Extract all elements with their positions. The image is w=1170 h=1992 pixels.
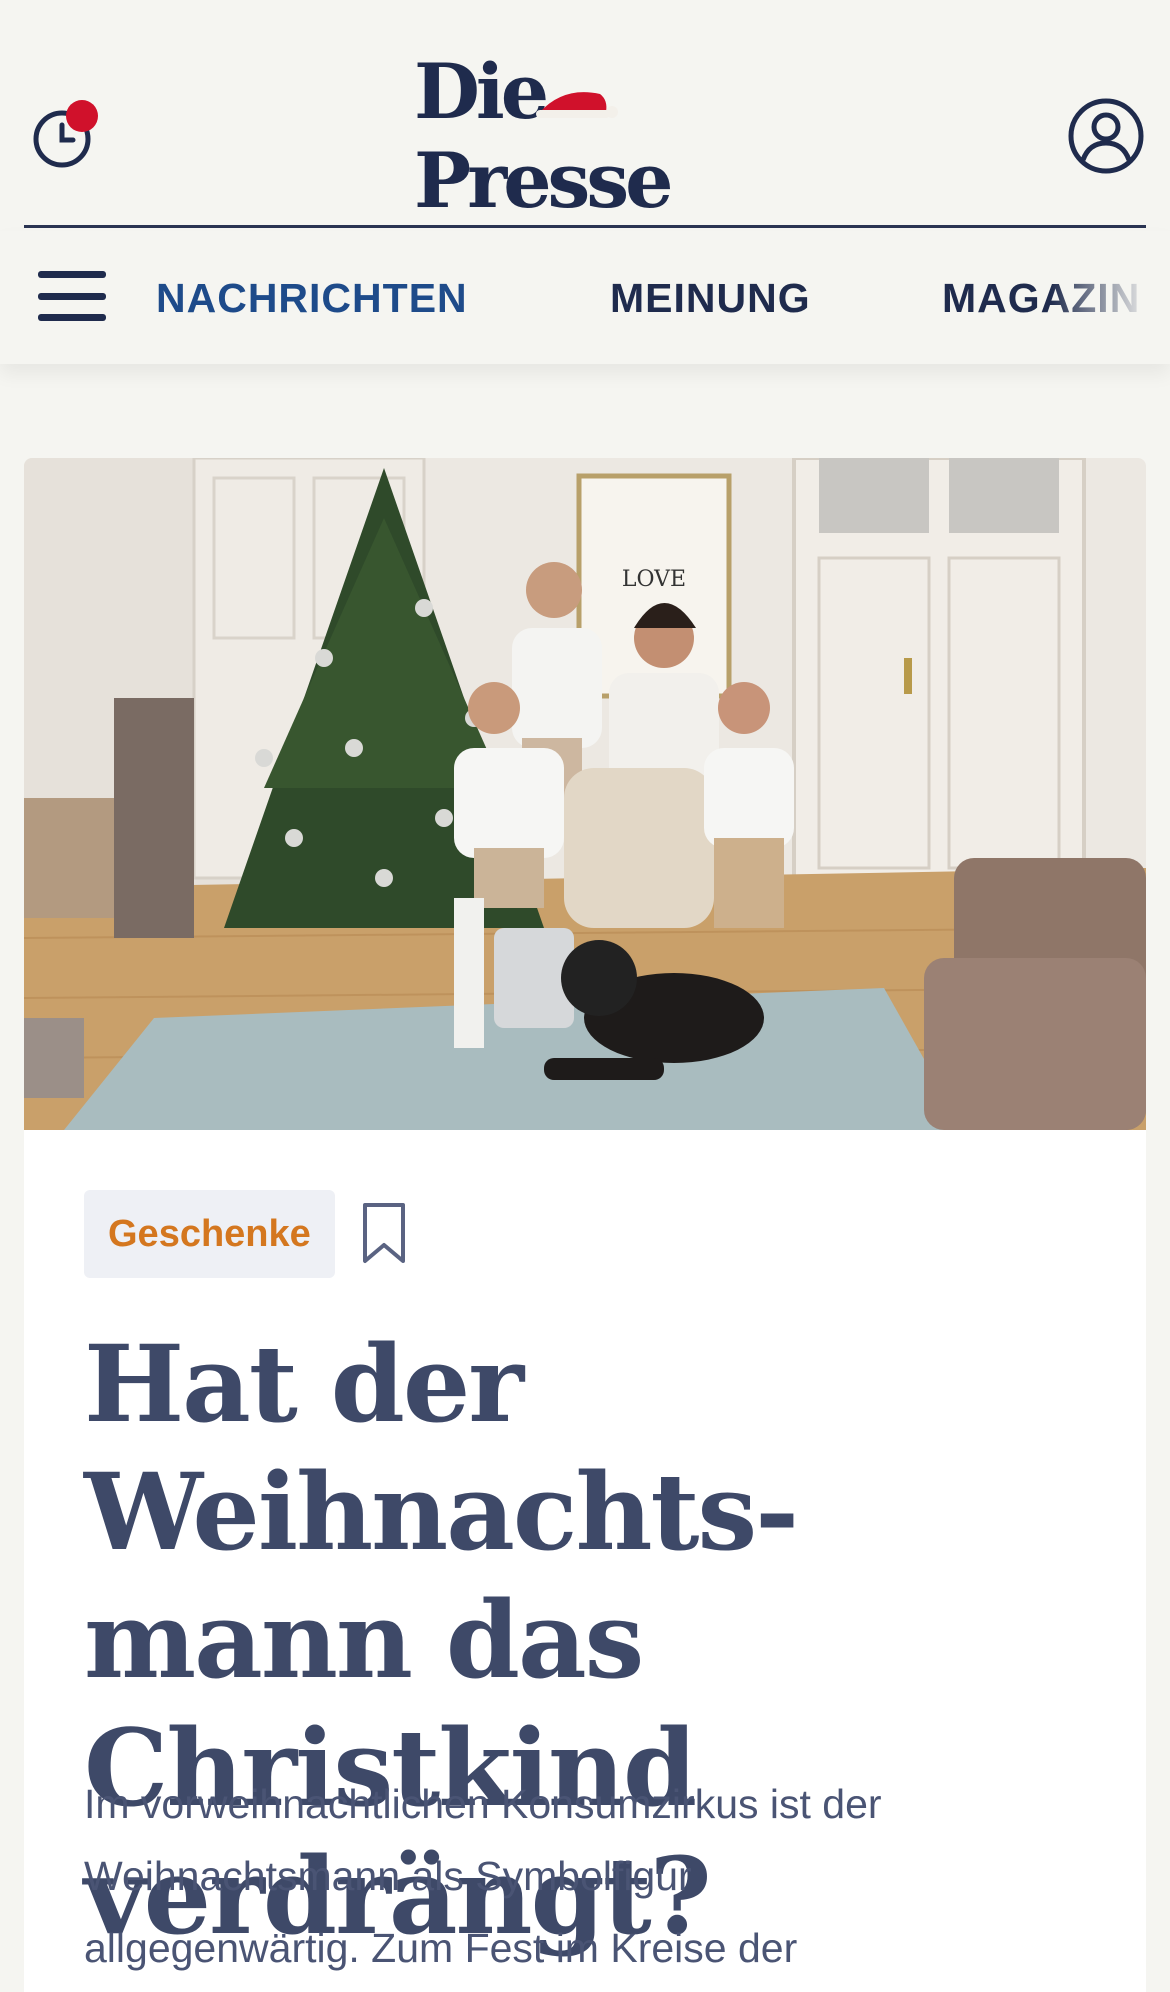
hamburger-menu-icon[interactable] [38,267,106,325]
category-tag[interactable]: Geschenke [84,1190,335,1278]
site-header: Die Presse NACHRICHTEN MEINUNG MAGAZIN [0,0,1170,364]
logo-text: Die Presse [414,47,673,225]
article-meta: Geschenke [84,1190,409,1278]
user-icon [1068,98,1144,174]
clock-button[interactable] [30,100,98,174]
nav-item-nachrichten[interactable]: NACHRICHTEN [156,275,468,322]
bookmark-icon[interactable] [359,1201,409,1267]
top-bar: Die Presse [24,0,1146,228]
nav-scroll-fade [1050,231,1170,364]
hero-image[interactable]: LOVE [24,458,1146,1130]
article-lead: Im vorweihnachtlichen Konsumzirkus ist d… [84,1781,882,1971]
nav-item-meinung[interactable]: MEINUNG [610,275,811,322]
main-navigation: NACHRICHTEN MEINUNG MAGAZIN [0,231,1170,364]
hero-photo-family-christmas: LOVE [24,458,1146,1130]
site-logo[interactable]: Die Presse [414,47,774,225]
poster-text: LOVE [622,567,686,592]
santa-hat-icon [536,92,618,118]
article-card[interactable]: LOVE Geschenke Hat der Weihnachts- mann … [24,458,1146,1992]
user-account-button[interactable] [1066,96,1146,176]
notification-dot [66,100,98,132]
